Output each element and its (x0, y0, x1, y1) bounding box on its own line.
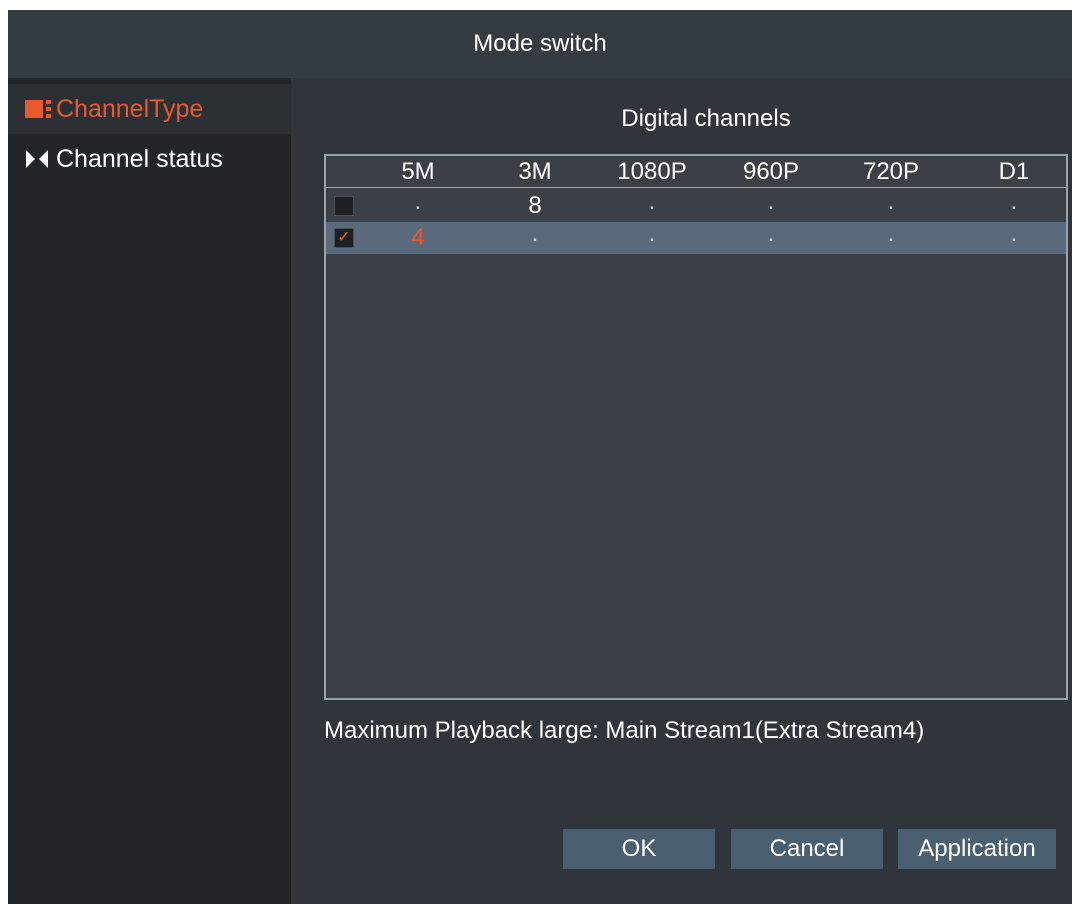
table-cell: . (1010, 188, 1018, 215)
table-cell: 8 (528, 192, 542, 219)
table-header: 5M 3M 1080P 960P 720P D1 (326, 156, 1066, 188)
table-cell: . (887, 188, 895, 215)
table-cell: . (414, 188, 422, 215)
dialog-title: Mode switch (473, 30, 607, 57)
channel-type-icon (8, 97, 56, 121)
section-title: Digital channels (621, 105, 791, 132)
table-cell: . (531, 220, 539, 247)
column-header-3m: 3M (518, 158, 552, 185)
table-row-selected[interactable]: ✓ 4 . . . . . (326, 220, 1066, 254)
row-checkbox[interactable]: ✓ (334, 228, 354, 248)
table-cell: 4 (411, 224, 425, 251)
channel-status-icon (8, 147, 56, 171)
row-checkbox[interactable] (334, 196, 354, 216)
dialog-titlebar: Mode switch (8, 10, 1072, 78)
column-header-d1: D1 (998, 158, 1030, 185)
sidebar-item-label: ChannelType (56, 94, 204, 123)
ok-button[interactable]: OK (563, 829, 715, 869)
application-button[interactable]: Application (898, 829, 1056, 869)
column-header-720p: 720P (862, 158, 920, 185)
sidebar: ChannelType Channel status (8, 78, 291, 904)
column-header-960p: 960P (742, 158, 800, 185)
sidebar-item-channel-type[interactable]: ChannelType (8, 84, 291, 134)
table-cell: . (887, 220, 895, 247)
playback-note: Maximum Playback large: Main Stream1(Ext… (324, 717, 925, 744)
sidebar-item-channel-status[interactable]: Channel status (8, 134, 291, 184)
table-cell: . (767, 188, 775, 215)
table-cell: . (767, 220, 775, 247)
table-cell: . (1010, 220, 1018, 247)
channel-table: 5M 3M 1080P 960P 720P D1 . 8 . . . . ✓ 4… (324, 154, 1068, 700)
table-cell: . (648, 220, 656, 247)
table-row[interactable]: . 8 . . . . (326, 188, 1066, 222)
table-cell: . (648, 188, 656, 215)
sidebar-item-label: Channel status (56, 144, 223, 173)
column-header-1080p: 1080P (617, 158, 687, 185)
column-header-5m: 5M (401, 158, 435, 185)
cancel-button[interactable]: Cancel (731, 829, 883, 869)
